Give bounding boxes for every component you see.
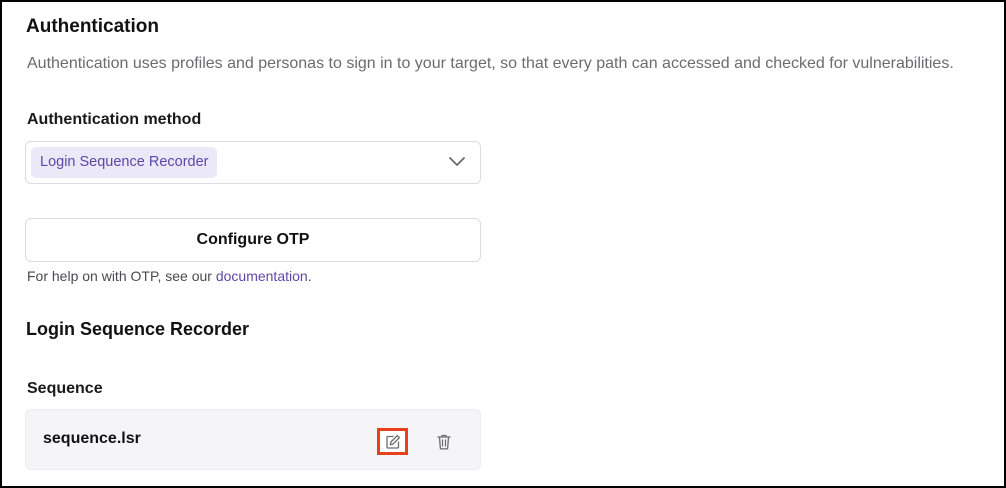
edit-sequence-button[interactable] <box>377 428 408 455</box>
configure-otp-button[interactable]: Configure OTP <box>25 218 481 262</box>
edit-icon <box>385 434 400 449</box>
chevron-down-icon[interactable] <box>448 155 466 169</box>
delete-sequence-button[interactable] <box>433 430 455 452</box>
sequence-file-name: sequence.lsr <box>43 430 141 447</box>
authentication-panel: Authentication Authentication uses profi… <box>0 0 1006 488</box>
trash-icon <box>437 434 451 450</box>
otp-help-prefix: For help on with OTP, see our <box>27 268 216 284</box>
section-title: Authentication <box>26 16 159 37</box>
section-description: Authentication uses profiles and persona… <box>27 55 954 72</box>
sequence-label: Sequence <box>27 380 103 397</box>
recorder-title: Login Sequence Recorder <box>26 319 250 339</box>
auth-method-label: Authentication method <box>27 111 202 128</box>
sequence-row: sequence.lsr <box>25 409 481 470</box>
documentation-link[interactable]: documentation <box>216 268 308 284</box>
otp-help-suffix: . <box>307 268 312 284</box>
otp-help-text: For help on with OTP, see our documentat… <box>27 268 312 284</box>
selected-method-chip: Login Sequence Recorder <box>31 147 218 178</box>
auth-method-select[interactable]: Login Sequence Recorder <box>25 141 481 184</box>
